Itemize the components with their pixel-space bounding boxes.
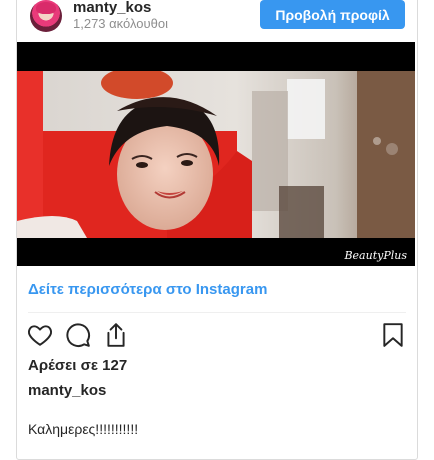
heart-icon[interactable] bbox=[27, 322, 53, 348]
caption-username[interactable]: manty_kos bbox=[28, 382, 106, 399]
view-more-link[interactable]: Δείτε περισσότερα στο Instagram bbox=[28, 281, 267, 298]
share-icon[interactable] bbox=[103, 322, 129, 348]
post-photo[interactable]: BeautyPlus bbox=[17, 42, 415, 266]
likes-count[interactable]: Αρέσει σε 127 bbox=[28, 357, 127, 374]
followers-count: 1,273 ακόλουθοι bbox=[73, 16, 168, 31]
caption-text: Καλημερες!!!!!!!!!!! bbox=[28, 421, 139, 437]
selfie-illustration bbox=[17, 71, 415, 238]
username[interactable]: manty_kos bbox=[73, 0, 151, 16]
comment-icon[interactable] bbox=[65, 322, 91, 348]
divider bbox=[28, 312, 406, 313]
post-header: manty_kos 1,273 ακόλουθοι Προβολή προφίλ bbox=[16, 0, 418, 42]
bookmark-icon[interactable] bbox=[380, 322, 406, 348]
avatar[interactable] bbox=[30, 0, 62, 32]
beautyplus-watermark: BeautyPlus bbox=[344, 249, 407, 262]
photo-image bbox=[17, 71, 415, 238]
view-profile-button[interactable]: Προβολή προφίλ bbox=[260, 0, 405, 29]
